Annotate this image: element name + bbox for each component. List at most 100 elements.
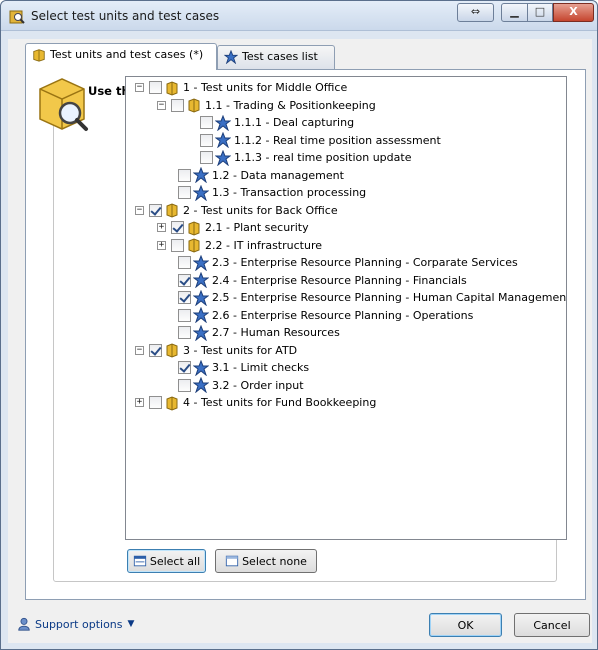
tree-node-checkbox[interactable] — [178, 186, 191, 199]
testcase-icon — [193, 377, 209, 393]
tree-node-label: 3.1 - Limit checks — [212, 361, 310, 374]
ok-button[interactable]: OK — [429, 613, 502, 637]
expand-icon[interactable]: + — [157, 223, 166, 232]
testcase-icon — [215, 132, 231, 148]
tree-node[interactable]: +2.2 - IT infrastructure — [157, 237, 322, 254]
tree-node[interactable]: 1.1.1 - Deal capturing — [200, 114, 354, 131]
collapse-icon[interactable]: − — [135, 345, 144, 355]
tree-node-checkbox[interactable] — [171, 98, 184, 112]
tree-node-label: 1.3 - Transaction processing — [212, 186, 367, 199]
tree-node[interactable]: +4 - Test units for Fund Bookkeeping — [135, 394, 376, 411]
tree-node-label: 1.1.1 - Deal capturing — [234, 116, 355, 129]
tree-node[interactable]: 2.4 - Enterprise Resource Planning - Fin… — [178, 272, 467, 289]
tree-node-label: 2.5 - Enterprise Resource Planning - Hum… — [212, 291, 567, 304]
collapse-icon[interactable]: − — [135, 83, 144, 92]
tree-node[interactable]: 3.2 - Order input — [178, 377, 304, 394]
testcase-icon — [215, 114, 231, 131]
testcase-icon — [193, 184, 209, 201]
folder-icon — [33, 49, 45, 62]
tree-node-checkbox[interactable] — [200, 116, 213, 129]
close-button[interactable]: X — [553, 3, 594, 22]
tab-label: Test units and test cases (*) — [50, 48, 204, 61]
test-units-tree[interactable]: − 1 - Test units for Middle Office − 1.1 - … — [125, 76, 567, 540]
support-options-label: Support options — [35, 617, 123, 631]
support-person-icon — [18, 617, 30, 631]
testcase-icon — [193, 254, 209, 271]
tree-node[interactable]: +2.1 - Plant security — [157, 219, 309, 236]
tree-node[interactable]: 1.1.3 - real time position update — [200, 149, 411, 166]
folder-icon — [188, 238, 200, 253]
tree-node[interactable]: 2.6 - Enterprise Resource Planning - Ope… — [178, 307, 473, 324]
tree-node-checkbox[interactable] — [200, 151, 213, 164]
tree-node-checkbox[interactable] — [171, 238, 184, 252]
tree-node[interactable]: 1.3 - Transaction processing — [178, 184, 366, 201]
tree-node-label: 2.4 - Enterprise Resource Planning - Fin… — [212, 273, 467, 287]
tree-node[interactable]: 2.3 - Enterprise Resource Planning - Cor… — [178, 254, 518, 271]
select-none-button[interactable]: Select none — [215, 549, 317, 573]
tree-node-label: 2.3 - Enterprise Resource Planning - Cor… — [212, 256, 518, 269]
tree-node[interactable]: − 1.1 - Trading & Positionkeeping — [157, 97, 376, 114]
tree-node-label: 1 - Test units for Middle Office — [183, 81, 348, 94]
tree-node-checkbox[interactable] — [149, 81, 162, 94]
testcase-icon — [193, 324, 209, 341]
tab-test-units[interactable]: Test units and test cases (*) — [25, 43, 217, 70]
window-title: Select test units and test cases — [31, 9, 220, 23]
collapse-icon[interactable]: − — [157, 100, 166, 110]
tree-node[interactable]: 2.5 - Enterprise Resource Planning - Hum… — [178, 289, 567, 306]
tree-node-label: 1.2 - Data management — [212, 168, 344, 182]
maximize-button[interactable]: □ — [527, 3, 553, 22]
folder-icon — [188, 98, 200, 113]
select-all-label: Select all — [149, 554, 201, 568]
select-all-icon — [133, 555, 146, 567]
tree-node-checkbox[interactable] — [171, 221, 184, 234]
minimize-button[interactable]: ▁ — [501, 3, 528, 22]
tree-node-checkbox[interactable] — [178, 256, 191, 269]
tree-node-checkbox[interactable] — [178, 378, 191, 392]
collapse-icon[interactable]: − — [135, 205, 144, 215]
folder-icon — [166, 395, 178, 411]
tree-node[interactable]: 1.2 - Data management — [178, 167, 344, 184]
tree-node[interactable]: − 2 - Test units for Back Office — [135, 202, 338, 219]
tree-node[interactable]: − 3 - Test units for ATD — [135, 342, 297, 359]
testcase-icon — [193, 167, 209, 183]
tree-node-label: 1.1.3 - real time position update — [234, 151, 412, 164]
select-none-label: Select none — [242, 554, 307, 568]
tree-node-checkbox[interactable] — [200, 133, 213, 147]
tree-node-label: 2 - Test units for Back Office — [183, 203, 338, 217]
tree-node[interactable]: − 1 - Test units for Middle Office — [135, 79, 347, 96]
tree-node-checkbox[interactable] — [149, 396, 162, 409]
tree-node[interactable]: 2.7 - Human Resources — [178, 324, 340, 341]
tree-node-checkbox[interactable] — [178, 273, 191, 287]
testcase-icon — [193, 359, 209, 376]
resize-button[interactable]: ⇔ — [457, 3, 494, 22]
box-magnifier-icon — [39, 78, 88, 131]
tree-node-checkbox[interactable] — [178, 308, 191, 322]
testcase-icon — [224, 50, 238, 64]
folder-icon — [166, 80, 178, 96]
tree-node-label: 2.1 - Plant security — [205, 221, 309, 234]
select-none-icon — [225, 555, 239, 567]
tab-test-cases-list[interactable]: Test cases list — [217, 45, 335, 69]
cancel-button[interactable]: Cancel — [514, 613, 590, 637]
folder-icon — [166, 203, 178, 218]
folder-icon — [188, 220, 200, 236]
expand-icon[interactable]: + — [135, 398, 144, 407]
tree-node-checkbox[interactable] — [178, 361, 191, 374]
testcase-icon — [193, 307, 209, 323]
tree-node[interactable]: 3.1 - Limit checks — [178, 359, 309, 376]
select-all-button[interactable]: Select all — [127, 549, 206, 573]
tree-node-checkbox[interactable] — [149, 343, 162, 357]
support-options-menu[interactable]: Support options ▼ — [17, 617, 134, 631]
tree-node-checkbox[interactable] — [178, 326, 191, 339]
title-bar[interactable]: Select test units and test cases ⇔ ▁ □ X — [1, 1, 597, 31]
testcase-icon — [193, 272, 209, 288]
tree-node-checkbox[interactable] — [178, 168, 191, 182]
search-box-icon — [9, 10, 25, 24]
tab-label: Test cases list — [242, 50, 318, 63]
dropdown-arrow-icon: ▼ — [127, 619, 135, 629]
tree-node[interactable]: 1.1.2 - Real time position assessment — [200, 132, 441, 149]
tree-node-label: 3.2 - Order input — [212, 378, 304, 392]
tree-node-checkbox[interactable] — [178, 291, 191, 304]
tree-node-checkbox[interactable] — [149, 203, 162, 217]
expand-icon[interactable]: + — [157, 240, 166, 250]
